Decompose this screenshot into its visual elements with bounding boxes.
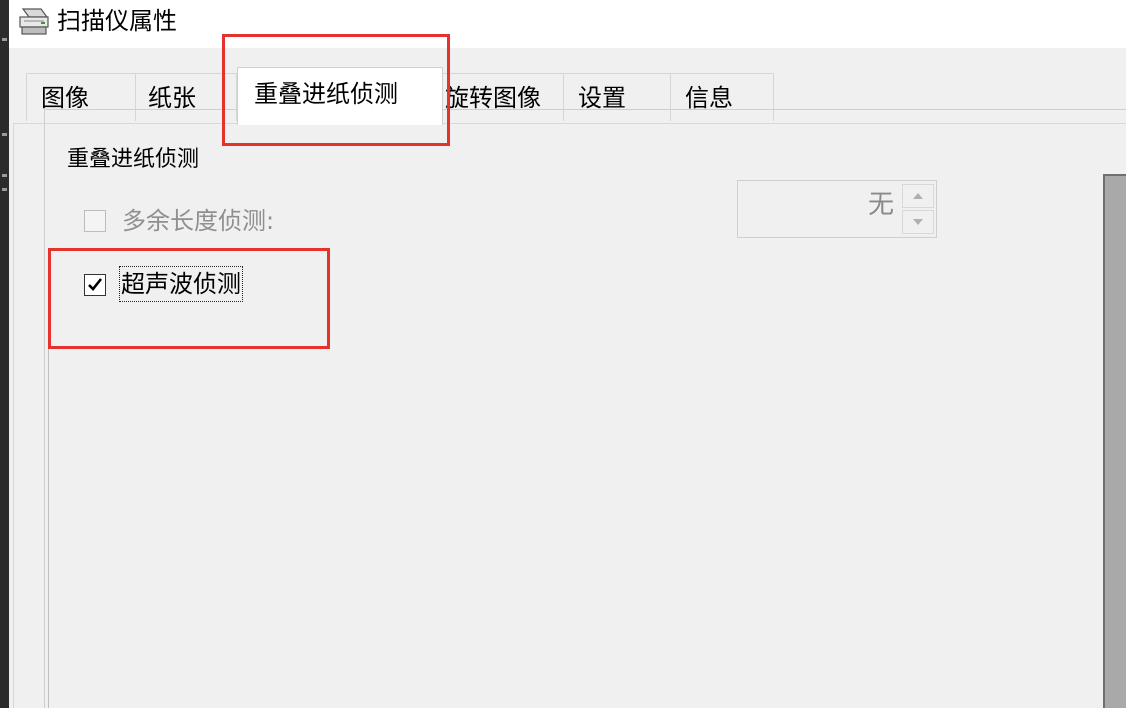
length-spinner[interactable]: 无	[737, 180, 937, 238]
spinner-value: 无	[867, 190, 894, 220]
annotation-box-checkbox	[48, 248, 330, 349]
tab-label: 图像	[41, 84, 89, 112]
preview-panel-edge	[1103, 174, 1126, 708]
screen: 扫描仪属性 图像 纸张 重叠进纸侦测 旋转图像 设置 信息 重叠进纸侦测 多余长…	[0, 0, 1126, 708]
annotation-box-tab	[222, 34, 450, 146]
groupbox-frame	[44, 109, 1126, 708]
tab-label: 信息	[685, 84, 733, 112]
groupbox-title: 重叠进纸侦测	[63, 143, 204, 177]
background-window-edge	[0, 0, 9, 708]
window-title: 扫描仪属性	[57, 7, 177, 35]
excess-length-label: 多余长度侦测:	[122, 207, 275, 235]
arrow-up-icon	[913, 193, 923, 199]
arrow-down-icon	[913, 219, 923, 225]
tab-label: 纸张	[148, 84, 196, 112]
spin-up-button[interactable]	[902, 184, 934, 208]
groupbox-divider	[48, 330, 49, 708]
scanner-icon	[19, 8, 49, 35]
tab-label: 旋转图像	[445, 84, 541, 112]
tab-label: 设置	[578, 84, 626, 112]
excess-length-checkbox[interactable]	[84, 210, 106, 232]
spin-down-button[interactable]	[902, 210, 934, 234]
title-bar[interactable]: 扫描仪属性	[9, 0, 1126, 48]
